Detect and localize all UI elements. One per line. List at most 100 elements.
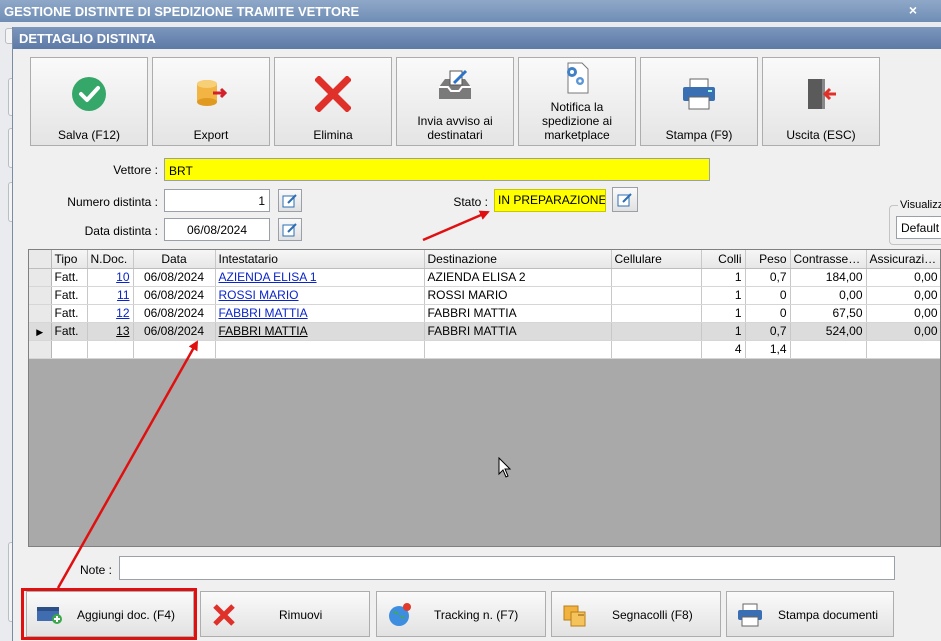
print-button-label: Stampa (F9) <box>665 128 733 142</box>
cell-assicurazione: 0,00 <box>866 286 940 305</box>
cell-tipo: Fatt. <box>51 322 88 341</box>
tracking-button[interactable]: Tracking n. (F7) <box>376 591 546 637</box>
documents-grid: Tipo N.Doc. Data Intestatario Destinazio… <box>28 249 941 547</box>
cell-ndoc-link[interactable]: 10 <box>87 268 134 287</box>
export-button-label: Export <box>193 128 229 142</box>
print-button[interactable]: Stampa (F9) <box>640 57 758 146</box>
total-peso: 1,4 <box>745 340 791 359</box>
row-selector[interactable] <box>29 304 52 323</box>
cell-cellulare <box>611 322 702 341</box>
edit-stato-button[interactable] <box>612 187 638 212</box>
col-header-tipo[interactable]: Tipo <box>51 250 88 269</box>
note-field[interactable] <box>119 556 895 580</box>
cell-colli: 1 <box>701 286 746 305</box>
exit-button[interactable]: Uscita (ESC) <box>762 57 880 146</box>
numero-distinta-field[interactable]: 1 <box>164 189 270 212</box>
row-selector[interactable] <box>29 268 52 287</box>
col-header-cellulare[interactable]: Cellulare <box>611 250 702 269</box>
notify-recipients-label: Invia avviso ai destinatari <box>417 114 493 142</box>
edit-numero-button[interactable] <box>278 189 302 212</box>
remove-x-icon <box>209 601 239 629</box>
cell-assicurazione: 0,00 <box>866 268 940 287</box>
col-header-colli[interactable]: Colli <box>701 250 746 269</box>
data-distinta-label: Data distinta : <box>84 224 158 238</box>
cell-ndoc-link[interactable]: 13 <box>87 322 134 341</box>
row-selector[interactable]: ▶ <box>29 322 52 341</box>
cell-intestatario-link[interactable]: AZIENDA ELISA 1 <box>215 268 425 287</box>
visualizza-group: Visualizza Default <box>889 199 941 245</box>
delete-x-icon <box>275 74 391 114</box>
cell-destinazione: FABBRI MATTIA <box>424 304 612 323</box>
close-icon[interactable]: × <box>909 2 917 18</box>
cell-data: 06/08/2024 <box>133 304 216 323</box>
cell-contrassegno: 67,50 <box>790 304 867 323</box>
table-row[interactable]: Fatt. 11 06/08/2024 ROSSI MARIO ROSSI MA… <box>29 286 940 305</box>
pencil-edit-icon <box>282 222 297 236</box>
current-row-arrow-icon: ▶ <box>36 327 44 337</box>
visualizza-select[interactable]: Default <box>896 216 941 239</box>
table-row[interactable]: Fatt. 12 06/08/2024 FABBRI MATTIA FABBRI… <box>29 304 940 323</box>
cell-colli: 1 <box>701 322 746 341</box>
cell-intestatario-link[interactable]: FABBRI MATTIA <box>215 322 425 341</box>
export-button[interactable]: Export <box>152 57 270 146</box>
vettore-field[interactable]: BRT <box>164 158 710 181</box>
package-labels-button[interactable]: Segnacolli (F8) <box>551 591 721 637</box>
cell-cellulare <box>611 304 702 323</box>
col-header-contrassegno[interactable]: Contrasse… <box>790 250 867 269</box>
stato-field: IN PREPARAZIONE <box>494 189 606 212</box>
cell-colli: 1 <box>701 268 746 287</box>
inbox-edit-icon <box>397 66 513 106</box>
row-header-corner <box>29 250 52 269</box>
cell-ndoc-link[interactable]: 12 <box>87 304 134 323</box>
outer-window-titlebar: GESTIONE DISTINTE DI SPEDIZIONE TRAMITE … <box>0 0 941 22</box>
cell-cellulare <box>611 268 702 287</box>
grid-header-row: Tipo N.Doc. Data Intestatario Destinazio… <box>29 250 940 269</box>
dialog-titlebar: DETTAGLIO DISTINTA <box>13 27 941 49</box>
stato-label: Stato : <box>453 195 488 209</box>
cell-ndoc-link[interactable]: 11 <box>87 286 134 305</box>
cell-intestatario-link[interactable]: FABBRI MATTIA <box>215 304 425 323</box>
cell-peso: 0,7 <box>745 268 791 287</box>
table-row-selected[interactable]: ▶ Fatt. 13 06/08/2024 FABBRI MATTIA FABB… <box>29 322 940 341</box>
cell-contrassegno: 524,00 <box>790 322 867 341</box>
row-selector[interactable] <box>29 286 52 305</box>
cell-contrassegno: 184,00 <box>790 268 867 287</box>
cell-destinazione: ROSSI MARIO <box>424 286 612 305</box>
cell-destinazione: AZIENDA ELISA 2 <box>424 268 612 287</box>
col-header-assicurazione[interactable]: Assicurazi… <box>866 250 940 269</box>
print-documents-button[interactable]: Stampa documenti <box>726 591 894 637</box>
table-row[interactable]: Fatt. 10 06/08/2024 AZIENDA ELISA 1 AZIE… <box>29 268 940 287</box>
cell-destinazione: FABBRI MATTIA <box>424 322 612 341</box>
col-header-intestatario[interactable]: Intestatario <box>215 250 425 269</box>
pencil-edit-icon <box>282 193 297 207</box>
cell-peso: 0 <box>745 304 791 323</box>
numero-distinta-label: Numero distinta : <box>67 195 158 209</box>
cell-data: 06/08/2024 <box>133 286 216 305</box>
col-header-ndoc[interactable]: N.Doc. <box>87 250 134 269</box>
save-button-label: Salva (F12) <box>57 128 121 142</box>
cell-intestatario-link[interactable]: ROSSI MARIO <box>215 286 425 305</box>
documents-table: Tipo N.Doc. Data Intestatario Destinazio… <box>29 250 940 359</box>
col-header-destinazione[interactable]: Destinazione <box>424 250 612 269</box>
cell-peso: 0 <box>745 286 791 305</box>
delete-button-label: Elimina <box>313 128 353 142</box>
delete-button[interactable]: Elimina <box>274 57 392 146</box>
remove-button[interactable]: Rimuovi <box>200 591 370 637</box>
cell-data: 06/08/2024 <box>133 322 216 341</box>
data-distinta-field[interactable]: 06/08/2024 <box>164 218 270 241</box>
remove-label: Rimuovi <box>279 608 323 622</box>
total-colli: 4 <box>701 340 746 359</box>
cell-peso: 0,7 <box>745 322 791 341</box>
note-label: Note : <box>79 563 112 577</box>
printer-icon <box>641 74 757 114</box>
save-button[interactable]: Salva (F12) <box>30 57 148 146</box>
notify-recipients-button[interactable]: Invia avviso ai destinatari <box>396 57 514 146</box>
col-header-peso[interactable]: Peso <box>745 250 791 269</box>
dialog-title: DETTAGLIO DISTINTA <box>19 31 156 46</box>
col-header-data[interactable]: Data <box>133 250 216 269</box>
edit-data-button[interactable] <box>278 218 302 241</box>
cell-assicurazione: 0,00 <box>866 304 940 323</box>
notify-marketplace-button[interactable]: Notifica la spedizione ai marketplace <box>518 57 636 146</box>
printer-icon <box>735 601 765 629</box>
row-selector <box>29 340 52 359</box>
